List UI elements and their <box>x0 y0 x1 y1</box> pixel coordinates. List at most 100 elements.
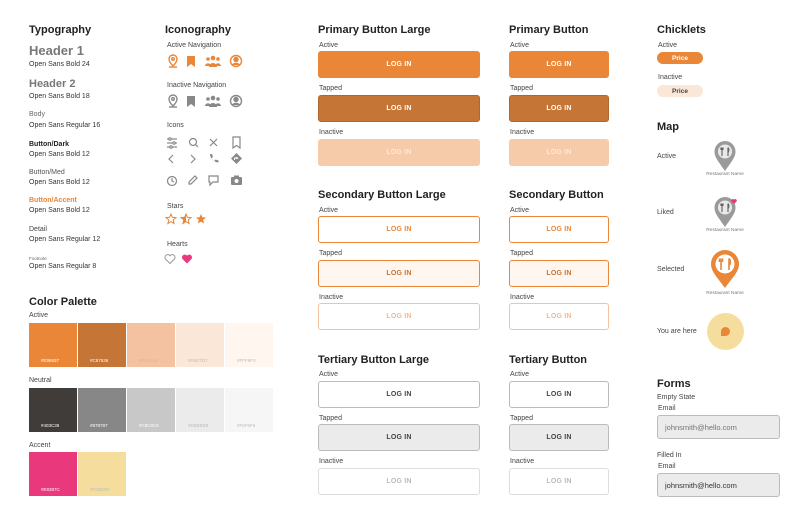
chicklet-inactive[interactable]: Price <box>657 85 703 97</box>
map-active-restaurant-name: Restaurant Name <box>706 172 744 177</box>
button-med-sample: Button/Med <box>29 169 65 176</box>
secondary-large-tapped-label: Tapped <box>319 250 342 257</box>
star-filled-icon <box>196 214 206 224</box>
primary-inactive-button[interactable]: LOG IN <box>509 139 609 166</box>
secondary-large-title: Secondary Button Large <box>318 189 446 201</box>
primary-title: Primary Button <box>509 24 589 36</box>
primary-large-inactive-button[interactable]: LOG IN <box>318 139 480 166</box>
tertiary-large-tapped-label: Tapped <box>319 415 342 422</box>
inactive-nav-label: Inactive Navigation <box>167 82 227 89</box>
map-pin-inactive-icon <box>168 94 178 108</box>
button-accent-spec: Open Sans Bold 12 <box>29 207 90 214</box>
primary-large-title: Primary Button Large <box>318 24 431 36</box>
primary-large-inactive-label: Inactive <box>319 129 344 136</box>
map-liked-label: Liked <box>657 209 674 216</box>
email-label-filled: Email <box>658 463 676 470</box>
star-half-icon <box>179 213 193 225</box>
secondary-inactive-button[interactable]: LOG IN <box>509 303 609 330</box>
neutral-swatch: #F6F6F6 <box>225 388 273 432</box>
swatch-hex-label: #EBEBEB <box>188 423 209 428</box>
bookmark-inactive-icon <box>187 96 195 107</box>
neutral-swatch: #878787 <box>78 388 126 432</box>
secondary-active-button[interactable]: LOG IN <box>509 216 609 243</box>
heart-outline-icon <box>164 254 176 265</box>
chicklet-inactive-label: Inactive <box>658 74 683 81</box>
swatch-hex-label: #FFF6F0 <box>237 358 256 363</box>
phone-icon <box>210 154 219 163</box>
search-icon <box>188 137 199 148</box>
primary-tapped-button[interactable]: LOG IN <box>509 95 609 122</box>
hearts-row <box>164 254 193 265</box>
primary-large-active-label: Active <box>319 42 339 49</box>
tertiary-large-tapped-button[interactable]: LOG IN <box>318 424 480 451</box>
profile-inactive-icon <box>229 94 243 108</box>
chicklet-active[interactable]: Price <box>657 52 703 64</box>
close-icon <box>209 138 218 147</box>
swatch-hex-label: #F6F6F6 <box>237 423 256 428</box>
footnote-sample: Footnote <box>29 256 47 261</box>
primary-active-button[interactable]: LOG IN <box>509 51 609 78</box>
palette-title: Color Palette <box>29 296 97 308</box>
chicklets-title: Chicklets <box>657 24 706 36</box>
camera-icon <box>231 175 242 185</box>
swatch-hex-label: #F4C2A0 <box>139 358 159 363</box>
active-swatch: #FFF6F0 <box>225 323 273 367</box>
bookmark-outline-icon <box>232 136 241 150</box>
accent-swatch: #F5DE9D <box>78 452 126 496</box>
active-swatch: #FBE7D7 <box>176 323 224 367</box>
header1-sample: Header 1 <box>29 43 84 58</box>
tertiary-inactive-label: Inactive <box>510 458 535 465</box>
email-input-empty[interactable] <box>657 415 780 439</box>
tertiary-large-inactive-button[interactable]: LOG IN <box>318 468 480 495</box>
swatch-hex-label: #403C39 <box>41 423 60 428</box>
tertiary-inactive-button[interactable]: LOG IN <box>509 468 609 495</box>
neutral-swatch: #EBEBEB <box>176 388 224 432</box>
secondary-large-tapped-button[interactable]: LOG IN <box>318 260 480 287</box>
email-label-empty: Email <box>658 405 676 412</box>
swatch-hex-label: #C8C8C8 <box>139 423 159 428</box>
secondary-active-label: Active <box>510 207 530 214</box>
you-are-here-label: You are here <box>657 328 697 335</box>
inactive-nav-icons <box>168 94 243 108</box>
primary-large-active-button[interactable]: LOG IN <box>318 51 480 78</box>
tertiary-tapped-button[interactable]: LOG IN <box>509 424 609 451</box>
header2-spec: Open Sans Bold 18 <box>29 93 90 100</box>
star-outline-icon <box>165 213 178 225</box>
icon-grid <box>166 136 242 187</box>
group-nav-icon <box>205 55 221 67</box>
email-input-filled[interactable] <box>657 473 780 497</box>
primary-inactive-label: Inactive <box>510 129 535 136</box>
chicklet-active-label: Active <box>658 42 678 49</box>
map-pin-selected-icon[interactable] <box>709 249 741 289</box>
neutral-swatch: #C8C8C8 <box>127 388 175 432</box>
hearts-label: Hearts <box>167 241 188 248</box>
tertiary-active-label: Active <box>510 371 530 378</box>
tertiary-large-title: Tertiary Button Large <box>318 354 430 366</box>
primary-large-tapped-label: Tapped <box>319 85 342 92</box>
filter-sliders-icon <box>167 137 177 149</box>
secondary-large-active-button[interactable]: LOG IN <box>318 216 480 243</box>
tertiary-tapped-label: Tapped <box>510 415 533 422</box>
swatch-hex-label: #F5DE9D <box>90 487 110 492</box>
primary-large-tapped-button[interactable]: LOG IN <box>318 95 480 122</box>
accent-swatch: #E9387C <box>29 452 77 496</box>
swatch-hex-label: #E9387C <box>41 487 60 492</box>
active-nav-label: Active Navigation <box>167 42 222 49</box>
swatch-hex-label: #878787 <box>90 423 108 428</box>
tertiary-large-active-button[interactable]: LOG IN <box>318 381 480 408</box>
secondary-tapped-button[interactable]: LOG IN <box>509 260 609 287</box>
header2-sample: Header 2 <box>29 78 76 90</box>
map-pin-active-icon[interactable] <box>713 140 737 172</box>
secondary-large-inactive-button[interactable]: LOG IN <box>318 303 480 330</box>
map-pin-liked-icon[interactable] <box>713 196 739 228</box>
stars-row <box>165 213 206 225</box>
detail-spec: Open Sans Regular 12 <box>29 236 101 243</box>
active-nav-icons <box>168 54 243 68</box>
secondary-tapped-label: Tapped <box>510 250 533 257</box>
map-title: Map <box>657 121 679 133</box>
tertiary-title: Tertiary Button <box>509 354 588 366</box>
secondary-large-inactive-label: Inactive <box>319 294 344 301</box>
clock-icon <box>166 175 178 187</box>
tertiary-active-button[interactable]: LOG IN <box>509 381 609 408</box>
map-pin-nav-icon <box>168 54 178 68</box>
